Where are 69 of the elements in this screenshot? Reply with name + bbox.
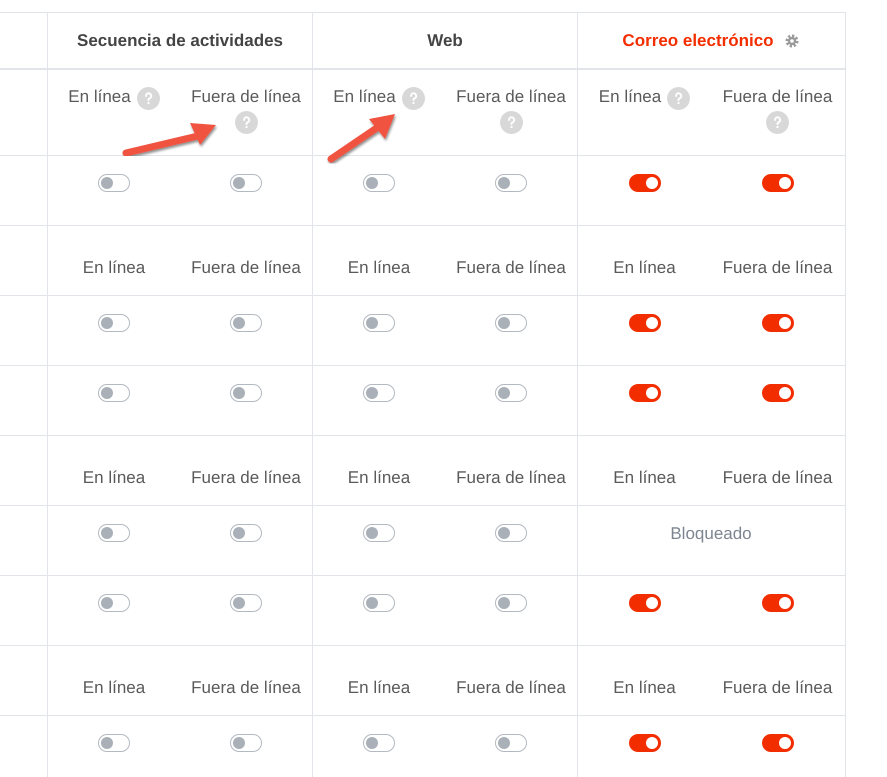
toggle-switch[interactable] [363,174,395,192]
toggle-switch[interactable] [762,594,794,612]
toggle-switch[interactable] [230,524,262,542]
toggle-switch[interactable] [98,314,130,332]
mode-label: En línea [348,468,410,488]
column-header: Secuencia de actividades [77,30,283,50]
mode-label: En línea [613,258,676,278]
help-icon[interactable] [402,87,425,110]
mode-label: Fuera de línea [191,87,301,107]
mode-label: Fuera de línea [456,468,566,488]
toggle-switch[interactable] [363,524,395,542]
mode-label: En línea [613,678,676,698]
help-icon[interactable] [500,111,522,134]
toggle-switch[interactable] [495,524,527,542]
mode-label: Fuera de línea [456,258,566,278]
toggle-switch[interactable] [230,594,262,612]
toggle-switch[interactable] [762,734,794,752]
toggle-switch[interactable] [628,734,660,752]
toggle-switch[interactable] [98,594,130,612]
mode-label: Fuera de línea [456,678,566,698]
mode-label: En línea [598,87,662,108]
mode-label: En línea [613,468,676,488]
toggle-switch[interactable] [230,384,262,402]
toggle-switch[interactable] [98,734,130,752]
mode-label: Fuera de línea [722,468,832,488]
mode-label: En línea [348,258,410,278]
toggle-switch[interactable] [363,734,395,752]
toggle-switch[interactable] [495,174,527,192]
mode-label: Fuera de línea [456,87,566,107]
toggle-switch[interactable] [495,594,527,612]
toggle-switch[interactable] [98,524,130,542]
mode-label: Fuera de línea [191,678,301,698]
toggle-switch[interactable] [495,384,527,402]
blocked-label: Bloqueado [670,524,752,545]
toggle-switch[interactable] [98,384,130,402]
mode-label: En línea [348,678,410,698]
mode-label: En línea [82,258,146,278]
mode-label: Fuera de línea [722,87,832,107]
mode-label: En línea [82,468,146,488]
toggle-switch[interactable] [628,174,660,192]
toggle-switch[interactable] [230,314,262,332]
mode-label: En línea [82,678,146,698]
toggle-switch[interactable] [762,314,794,332]
toggle-switch[interactable] [363,314,395,332]
help-icon[interactable] [667,87,690,110]
mode-label: Fuera de línea [722,258,832,278]
mode-label: Fuera de línea [191,468,301,488]
column-header: Web [427,30,463,50]
help-icon[interactable] [234,111,258,134]
toggle-switch[interactable] [495,734,527,752]
help-icon[interactable] [766,111,789,134]
mode-label: En línea [333,87,396,108]
toggle-switch[interactable] [230,174,262,192]
mode-label: Fuera de línea [722,678,832,698]
toggle-switch[interactable] [363,384,395,402]
settings-icon[interactable] [784,32,800,48]
help-icon[interactable] [136,87,160,110]
toggle-switch[interactable] [628,594,660,612]
toggle-switch[interactable] [495,314,527,332]
toggle-switch[interactable] [628,384,660,402]
column-header: Correo electrónico [622,30,774,50]
toggle-switch[interactable] [762,174,794,192]
toggle-switch[interactable] [762,384,794,402]
toggle-switch[interactable] [98,174,130,192]
toggle-switch[interactable] [363,594,395,612]
mode-label: En línea [68,87,131,108]
toggle-switch[interactable] [628,314,660,332]
mode-label: Fuera de línea [191,258,301,278]
toggle-switch[interactable] [230,734,262,752]
